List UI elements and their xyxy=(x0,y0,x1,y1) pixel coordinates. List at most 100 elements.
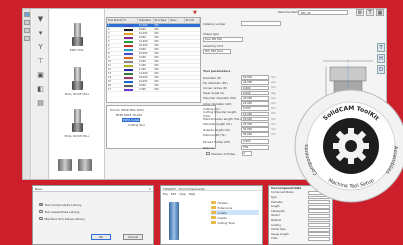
tool-table: Tool Number Tl Diameter Tool Type Desc. … xyxy=(106,17,201,103)
flutes-field[interactable]: 6 xyxy=(241,151,252,156)
holder-icon[interactable]: ▣ xyxy=(35,70,46,79)
color-cell xyxy=(123,24,139,27)
gallery-item[interactable]: BALL NOSE MILL xyxy=(60,67,94,96)
drill-icon[interactable]: ▾ xyxy=(35,28,46,37)
component-data-field[interactable] xyxy=(308,213,330,218)
shape-select[interactable]: Face Mill DIN xyxy=(203,37,243,42)
id-cell xyxy=(185,44,201,47)
color-swatch xyxy=(123,84,133,87)
parameter-field[interactable]: 6.000 xyxy=(241,106,269,111)
parameter-field[interactable]: 25.000 xyxy=(241,122,269,127)
menu-file[interactable]: File xyxy=(163,192,168,196)
parameter-field[interactable]: 45.000 xyxy=(241,132,269,137)
parameter-field[interactable]: 40.000 xyxy=(241,96,269,101)
desc-cell xyxy=(169,80,185,83)
desc-cell xyxy=(169,48,185,51)
column-header[interactable]: Diameter xyxy=(138,18,154,23)
gallery-item[interactable]: BULL NOSE MILL xyxy=(60,109,94,138)
component-data-field[interactable] xyxy=(308,232,330,237)
option-components[interactable]: Tool Components Library xyxy=(39,202,147,207)
column-header[interactable]: Tl xyxy=(123,18,138,23)
tools-icon[interactable]: T xyxy=(366,9,374,16)
holder-field[interactable]: 0.000 xyxy=(241,139,269,144)
ok-button[interactable]: OK xyxy=(91,234,111,240)
radio-button[interactable] xyxy=(39,209,43,214)
parameter-field[interactable]: 40.000 xyxy=(241,127,269,132)
parameter-field[interactable]: 50.000 xyxy=(241,75,269,80)
toolbar-button[interactable] xyxy=(24,36,30,41)
component-data-label: Coating xyxy=(271,223,281,227)
type-cell: Mill xyxy=(154,56,159,59)
toolbar-button[interactable] xyxy=(24,12,30,17)
menu-help[interactable]: Help xyxy=(189,192,195,196)
component-data-field[interactable] xyxy=(308,209,330,214)
toolbar-button[interactable] xyxy=(24,20,30,25)
color-swatch xyxy=(123,36,133,39)
diameter-cell: 12.000 xyxy=(139,40,148,43)
assembly-select[interactable]: Mill_D50_Face xyxy=(203,49,231,54)
component-data-field[interactable] xyxy=(308,218,330,223)
machine-name-field[interactable]: Mill_3X xyxy=(298,10,348,15)
component-data-field[interactable] xyxy=(308,227,330,232)
tool-number-cell: 9 xyxy=(108,56,110,59)
table-row[interactable]: 17 7.000 Mill xyxy=(107,88,200,92)
end-mill-icon[interactable]: ▼ xyxy=(35,14,46,23)
parameter-field[interactable]: 42.000 xyxy=(241,80,269,85)
slot-mill-icon[interactable]: ⊤ xyxy=(35,56,46,65)
menu-view[interactable]: View xyxy=(179,192,186,196)
radio-button[interactable] xyxy=(39,202,43,207)
desc-cell xyxy=(169,36,185,39)
radio-button[interactable] xyxy=(39,216,43,221)
folder-icon[interactable]: ▤ xyxy=(35,98,46,107)
gallery-item[interactable]: END MILL xyxy=(60,23,94,52)
tap-icon[interactable]: Y xyxy=(35,42,46,51)
option-label: Machine Tool Setup Library xyxy=(44,216,85,221)
folder-item[interactable]: Cutting Tools xyxy=(211,220,259,225)
id-cell xyxy=(185,68,201,71)
tool-tab-icon[interactable]: T xyxy=(377,43,385,52)
holder-tab-icon[interactable]: H xyxy=(377,54,385,63)
column-header[interactable]: Desc. xyxy=(169,18,185,23)
folder-icon xyxy=(211,200,216,205)
option-label: Tool Assemblies Library xyxy=(44,209,80,214)
insert-icon[interactable]: ◧ xyxy=(35,84,46,93)
tree-node-label: BT40 ER32 70-015 xyxy=(116,113,143,117)
type-cell: Mill xyxy=(154,48,159,51)
close-icon[interactable]: ✕ xyxy=(148,187,151,191)
material-select[interactable]: HSS xyxy=(241,145,269,150)
parameter-field[interactable]: 10.000 xyxy=(241,111,269,117)
catalog-label: Catalog number xyxy=(203,21,226,26)
type-cell: Mill xyxy=(154,84,159,87)
toolbar-button[interactable] xyxy=(24,28,30,33)
filter-icon[interactable]: ▼ xyxy=(193,10,197,16)
parameter-label: Diameter (D) xyxy=(203,75,222,80)
flutes-checkbox[interactable] xyxy=(206,151,210,156)
id-cell xyxy=(185,28,201,31)
cancel-button[interactable]: Cancel xyxy=(123,234,143,240)
gallery-item[interactable] xyxy=(58,159,72,171)
component-data-field[interactable] xyxy=(308,236,330,241)
catalog-field[interactable] xyxy=(241,21,281,26)
color-cell xyxy=(123,88,139,91)
column-header[interactable]: Tool Type xyxy=(154,18,169,23)
parameter-field[interactable]: 0.800 xyxy=(241,85,269,91)
settings-icon[interactable]: ⚙ xyxy=(356,9,364,16)
component-data-field[interactable] xyxy=(308,223,330,227)
component-data-field[interactable] xyxy=(308,204,330,209)
tool-number-cell: 15 xyxy=(108,80,112,83)
data-tab-icon[interactable]: D xyxy=(377,65,385,74)
parameter-label: Shoulder diameter (SD) xyxy=(203,96,237,101)
option-machine-setup[interactable]: Machine Tool Setup Library xyxy=(39,216,147,221)
folder-label: Extensions xyxy=(217,205,233,210)
gallery-item[interactable] xyxy=(78,159,92,171)
column-header[interactable]: Tool ID xyxy=(185,18,200,23)
column-header[interactable]: Tool Number xyxy=(107,18,123,23)
parameter-field[interactable]: 22.000 xyxy=(241,101,269,106)
option-assemblies[interactable]: Tool Assemblies Library xyxy=(39,209,147,214)
tree-node[interactable]: Cutting Tool xyxy=(110,123,212,128)
parameter-field[interactable]: 0.000 xyxy=(241,90,269,96)
menu-edit[interactable]: Edit xyxy=(171,192,176,196)
grid-icon[interactable]: ▦ xyxy=(376,9,384,16)
color-cell xyxy=(123,60,139,63)
parameter-field[interactable]: 20.000 xyxy=(241,116,269,122)
